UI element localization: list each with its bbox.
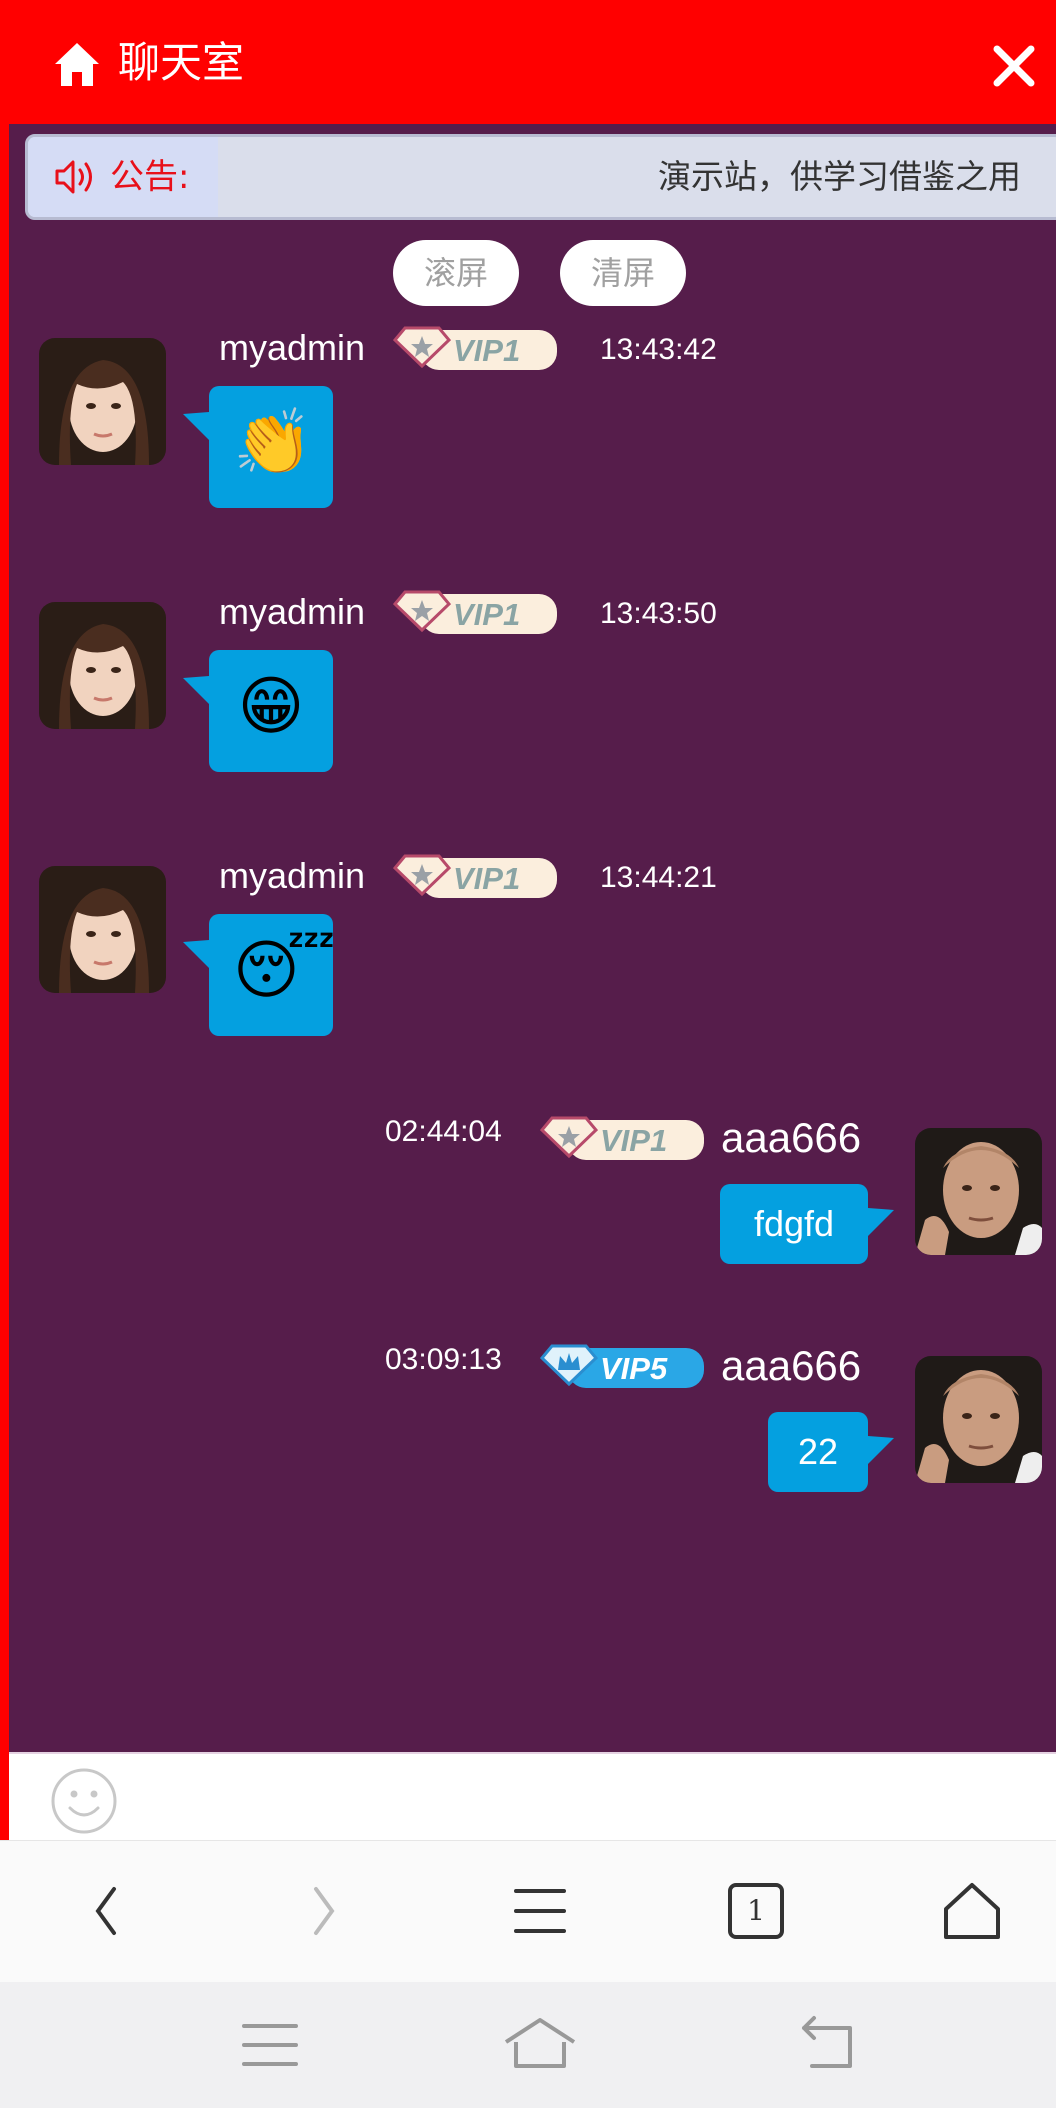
chat-area[interactable]: 公告: 演示站，供学习借鉴之用 滚屏 清屏 myadmin VIP1 13:43… <box>9 124 1056 1752</box>
message-text: fdgfd <box>753 1203 835 1244</box>
avatar[interactable] <box>915 1128 1042 1255</box>
message-bubble: fdgfd <box>720 1184 894 1264</box>
message-bubble: 22 <box>768 1412 894 1492</box>
notice-label-box: 公告: <box>28 137 218 217</box>
speaker-icon <box>55 160 92 194</box>
smiley-icon[interactable] <box>49 1766 119 1836</box>
notice-label: 公告: <box>110 157 190 197</box>
vip-label: VIP1 <box>600 1123 667 1158</box>
system-nav-bar <box>0 1982 1056 2108</box>
vip-badge-icon: VIP1 <box>539 1116 704 1160</box>
message-bubble: 👏 <box>183 386 333 508</box>
username: aaa666 <box>721 1342 862 1389</box>
notice-text: 演示站，供学习借鉴之用 <box>658 157 1021 196</box>
emoji-sleep-icon: 😴 <box>233 934 336 1006</box>
username: myadmin <box>219 591 366 632</box>
vip-badge-icon: VIP1 <box>392 590 557 634</box>
message-time: 13:43:50 <box>600 597 717 630</box>
home-outline-icon[interactable] <box>932 1871 1012 1951</box>
avatar[interactable] <box>915 1356 1042 1483</box>
frame-border <box>0 124 9 1840</box>
vip-label: VIP1 <box>453 597 520 632</box>
avatar[interactable] <box>39 866 166 993</box>
message-bubble: 😴 <box>183 914 336 1036</box>
vip-label: VIP1 <box>453 333 520 368</box>
clear-button[interactable]: 清屏 <box>560 240 686 306</box>
home-icon[interactable] <box>52 40 102 90</box>
scroll-button[interactable]: 滚屏 <box>393 240 519 306</box>
message-text: 22 <box>797 1431 839 1472</box>
username: myadmin <box>219 855 366 896</box>
menu-icon[interactable] <box>500 1871 580 1951</box>
system-menu-icon[interactable] <box>230 2012 310 2078</box>
vip-label: VIP1 <box>453 861 520 896</box>
system-back-icon[interactable] <box>784 2012 864 2078</box>
message-bubble: 😁 <box>183 650 333 772</box>
message-time: 13:44:21 <box>600 861 717 894</box>
notice-bar: 公告: 演示站，供学习借鉴之用 <box>25 134 1056 220</box>
header-bar: 聊天室 <box>0 0 1056 124</box>
system-home-icon[interactable] <box>500 2012 580 2078</box>
vip-badge-icon: VIP1 <box>392 326 557 370</box>
page-title: 聊天室 <box>118 38 245 87</box>
emoji-clap-icon: 👏 <box>233 406 313 478</box>
app: 聊天室 公告: 演示站，供学习借鉴之用 滚屏 清屏 myadmin VIP1 1… <box>0 0 1056 2108</box>
username: myadmin <box>219 327 366 368</box>
tabs-button[interactable]: 1 <box>716 1871 796 1951</box>
forward-icon[interactable] <box>282 1871 362 1951</box>
browser-toolbar: 1 <box>0 1840 1056 1982</box>
vip-badge-icon: VIP1 <box>392 854 557 898</box>
avatar[interactable] <box>39 602 166 729</box>
close-icon[interactable] <box>992 44 1036 88</box>
tab-count: 1 <box>747 1894 765 1927</box>
username: aaa666 <box>721 1114 862 1161</box>
vip5-badge-icon: VIP5 <box>539 1344 704 1388</box>
message-time: 02:44:04 <box>385 1115 502 1148</box>
emoji-grin-icon: 😁 <box>237 670 305 742</box>
back-icon[interactable] <box>68 1871 148 1951</box>
message-input-bar[interactable] <box>9 1752 1056 1840</box>
message-time: 13:43:42 <box>600 333 717 366</box>
message-time: 03:09:13 <box>385 1343 502 1376</box>
avatar[interactable] <box>39 338 166 465</box>
vip-label: VIP5 <box>600 1351 668 1386</box>
